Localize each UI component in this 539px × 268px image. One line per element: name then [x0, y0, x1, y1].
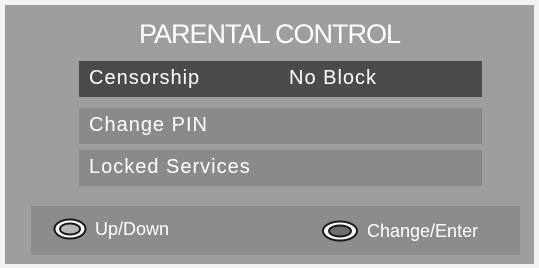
menu-item-censorship[interactable]: Censorship No Block — [79, 61, 482, 97]
up-down-button-icon — [53, 218, 87, 240]
menu-item-label: Change PIN — [89, 114, 208, 136]
menu-item-change-pin[interactable]: Change PIN — [79, 108, 482, 144]
menu-item-label: Censorship — [89, 67, 201, 89]
up-down-hint: Up/Down — [53, 218, 169, 240]
key-hint-bar: Up/Down Change/Enter — [31, 206, 520, 255]
menu-title: PARENTAL CONTROL — [138, 19, 401, 49]
menu-item-label: Locked Services — [89, 156, 251, 178]
censorship-value: No Block — [289, 67, 378, 89]
change-enter-hint: Change/Enter — [321, 220, 478, 242]
enter-button-icon — [322, 220, 358, 242]
up-down-label: Up/Down — [95, 218, 170, 239]
parental-control-screen: PARENTAL CONTROL Censorship No Block Cha… — [5, 5, 534, 264]
menu-item-locked-services[interactable]: Locked Services — [79, 150, 482, 186]
change-enter-label: Change/Enter — [367, 220, 479, 241]
